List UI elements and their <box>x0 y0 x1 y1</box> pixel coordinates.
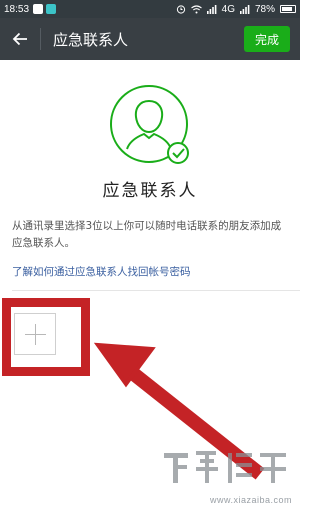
watermark-logo-icon <box>164 451 286 483</box>
watermark-url: www.xiazaiba.com <box>209 495 292 505</box>
annotation-arrow <box>93 342 265 480</box>
